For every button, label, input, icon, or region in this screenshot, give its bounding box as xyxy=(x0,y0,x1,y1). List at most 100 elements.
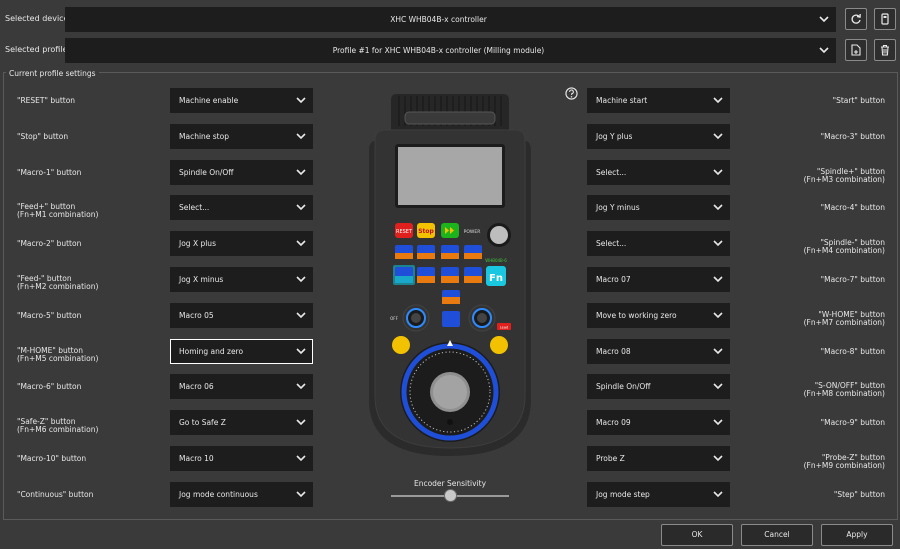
row-label-combination: (Fn+M3 combination) xyxy=(803,174,885,184)
chevron-down-icon xyxy=(296,383,306,390)
right-row-label: "Macro-3" button xyxy=(820,131,885,141)
left-action-select[interactable]: Machine stop xyxy=(170,123,313,149)
left-action-select[interactable]: Macro 05 xyxy=(170,302,313,328)
right-action-select[interactable]: Machine start xyxy=(587,88,730,113)
chevron-down-icon xyxy=(296,276,306,283)
chevron-down-icon xyxy=(296,455,306,462)
encoder-sensitivity-label: Encoder Sensitivity xyxy=(413,479,487,488)
selected-device-label: Selected device xyxy=(5,14,69,23)
chevron-down-icon xyxy=(713,491,723,497)
delete-profile-button[interactable] xyxy=(874,39,896,61)
action-select-value: Jog Y plus xyxy=(596,131,633,141)
selected-profile-label: Selected profile xyxy=(5,45,68,54)
device-icon xyxy=(881,13,889,25)
row-label-text: "Macro-10" button xyxy=(17,454,87,463)
device-select[interactable]: XHC WHB04B-x controller xyxy=(65,7,836,32)
chevron-down-icon xyxy=(713,97,723,104)
right-action-select[interactable]: Jog mode step xyxy=(587,481,730,507)
pendant-fn-label: Fn xyxy=(489,273,503,284)
row-label-text: "Macro-3" button xyxy=(820,131,885,141)
right-row-label: "Spindle+" button (Fn+M3 combination) xyxy=(803,167,885,184)
row-label-combination: (Fn+M4 combination) xyxy=(803,246,885,256)
help-icon[interactable] xyxy=(565,87,578,100)
save-profile-icon xyxy=(851,44,861,56)
row-label-combination: (Fn+M6 combination) xyxy=(17,425,99,435)
row-label-combination: (Fn+M9 combination) xyxy=(803,461,885,470)
profile-select[interactable]: Profile #1 for XHC WHB04B-x controller (… xyxy=(65,38,836,63)
chevron-down-icon xyxy=(713,169,723,175)
chevron-down-icon xyxy=(713,455,723,462)
profile-select-value: Profile #1 for XHC WHB04B-x controller (… xyxy=(332,46,545,55)
right-action-select[interactable]: Macro 09 xyxy=(587,410,730,436)
ok-button[interactable]: OK xyxy=(661,524,733,546)
cancel-button[interactable]: Cancel xyxy=(741,524,813,546)
chevron-down-icon xyxy=(296,419,306,426)
action-select-value: Select... xyxy=(179,203,210,213)
row-label-text: "Macro-6" button xyxy=(17,382,82,392)
delete-icon xyxy=(881,44,889,56)
chevron-down-icon xyxy=(713,276,723,283)
refresh-device-button[interactable] xyxy=(845,8,867,30)
apply-button[interactable]: Apply xyxy=(821,524,893,546)
left-row-label: "Stop" button xyxy=(17,131,69,141)
right-row-label: "Macro-7" button xyxy=(821,276,885,284)
right-action-select[interactable]: Jog Y minus xyxy=(587,195,730,221)
right-row-label: "Spindle-" button (Fn+M4 combination) xyxy=(804,239,885,255)
action-select-value: Macro 10 xyxy=(179,454,214,463)
pendant-lead-label: Lead xyxy=(500,326,508,330)
left-action-select[interactable]: Jog X plus xyxy=(170,231,313,257)
row-label-text: "Macro-9" button xyxy=(820,418,885,428)
right-row-label: "Macro-9" button xyxy=(821,419,885,427)
right-action-select[interactable]: Macro 08 xyxy=(587,338,730,364)
left-action-select[interactable]: Jog mode continuous xyxy=(170,481,313,507)
left-action-select[interactable]: Select... xyxy=(170,195,313,221)
chevron-down-icon xyxy=(296,133,306,139)
encoder-slider-thumb[interactable] xyxy=(443,489,457,502)
right-action-select[interactable]: Macro 07 xyxy=(587,267,730,292)
chevron-down-icon xyxy=(819,16,829,23)
row-label-text: "Macro-7" button xyxy=(820,275,885,284)
row-label-text: "Step" button xyxy=(833,489,885,499)
group-title: Current profile settings xyxy=(6,69,99,78)
row-label-combination: (Fn+M1 combination) xyxy=(17,210,99,220)
right-action-select[interactable]: Move to working zero xyxy=(587,302,730,328)
pendant-model-label: WHB04B-6 xyxy=(485,258,507,263)
row-label-text: "Macro-8" button xyxy=(820,346,885,356)
chevron-down-icon xyxy=(819,47,829,54)
row-label-text: "RESET" button xyxy=(17,96,76,105)
right-row-label: "Start" button xyxy=(833,97,885,105)
right-action-select[interactable]: Select... xyxy=(587,159,730,185)
right-row-label: "Macro-4" button xyxy=(821,204,885,212)
row-label-text: "Stop" button xyxy=(17,131,69,141)
right-action-select[interactable]: Spindle On/Off xyxy=(587,374,730,400)
left-action-select[interactable]: Machine enable xyxy=(170,88,313,113)
action-select-value: Machine stop xyxy=(179,131,229,141)
left-row-label: "Macro-1" button xyxy=(17,168,81,177)
left-action-select[interactable]: Homing and zero xyxy=(170,338,313,364)
action-select-value: Jog mode step xyxy=(596,489,650,499)
pendant-stop-label: Stop xyxy=(418,228,434,235)
chevron-down-icon xyxy=(296,97,306,104)
left-row-label: "Macro-2" button xyxy=(17,240,81,248)
left-action-select[interactable]: Go to Safe Z xyxy=(170,410,313,436)
row-label-text: "Macro-4" button xyxy=(820,203,885,213)
left-action-select[interactable]: Macro 10 xyxy=(170,446,313,471)
action-select-value: Spindle On/Off xyxy=(596,382,651,392)
chevron-down-icon xyxy=(713,312,723,318)
left-action-select[interactable]: Spindle On/Off xyxy=(170,159,313,185)
left-action-select[interactable]: Macro 06 xyxy=(170,374,313,400)
save-profile-button[interactable] xyxy=(845,39,867,61)
chevron-down-icon xyxy=(713,419,723,426)
row-label-combination: (Fn+M7 combination) xyxy=(803,317,885,327)
chevron-down-icon xyxy=(296,348,306,354)
right-action-select[interactable]: Probe Z xyxy=(587,446,730,471)
action-select-value: Macro 06 xyxy=(179,382,214,392)
device-info-button[interactable] xyxy=(874,8,896,30)
right-action-select[interactable]: Select... xyxy=(587,231,730,257)
pendant-power-label: POWER xyxy=(464,229,481,235)
right-action-select[interactable]: Jog Y plus xyxy=(587,123,730,149)
pendant-reset-label: RESET xyxy=(396,229,413,235)
action-select-value: Macro 05 xyxy=(179,310,214,320)
left-row-label: "Macro-5" button xyxy=(17,311,81,320)
left-action-select[interactable]: Jog X minus xyxy=(170,267,313,292)
